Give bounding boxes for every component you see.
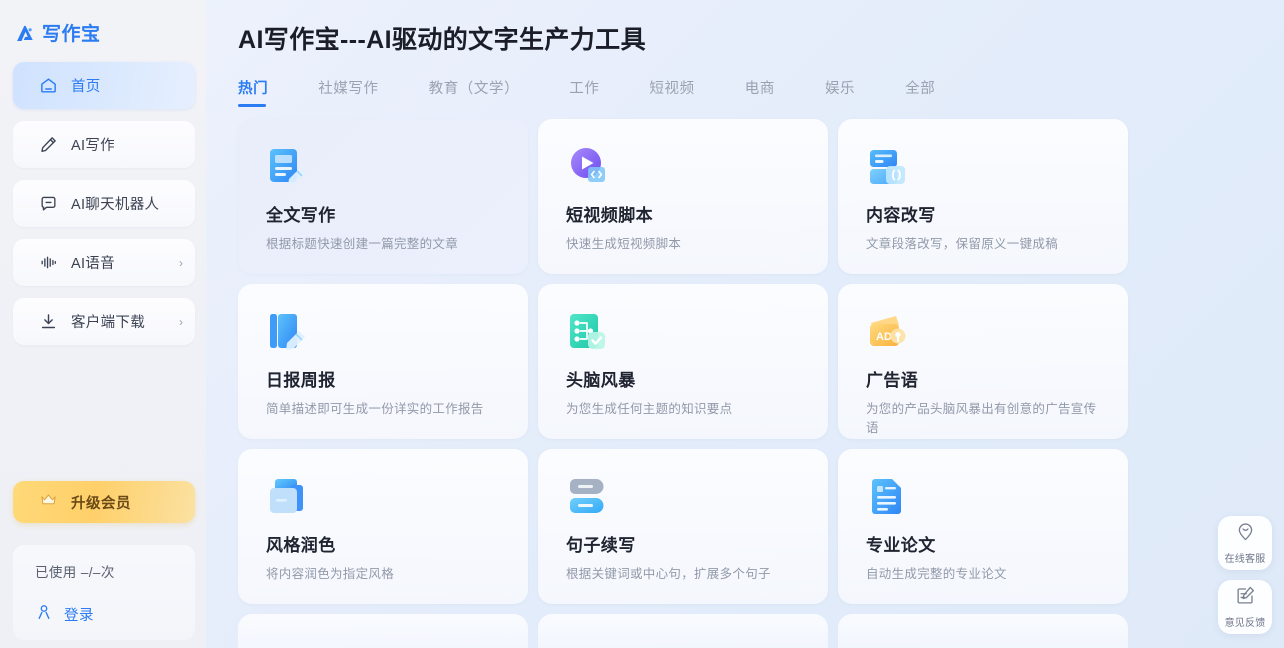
chevron-right-icon: › [179,255,183,270]
app-root: 写作宝 首页 AI写作 AI聊天机器人 AI语音 › 客户端下载 › 升级会员 … [0,0,1284,648]
tool-card-title: 专业论文 [866,536,936,555]
tab-entertainment[interactable]: 娱乐 [825,77,855,107]
play-code-icon [566,145,610,189]
sidebar-item-ai-writing[interactable]: AI写作 [13,121,195,168]
sidebar-item-ai-chatbot[interactable]: AI聊天机器人 [13,180,195,227]
layers-folder-icon [266,475,310,519]
tool-card-title: 日报周报 [266,371,336,390]
tool-card-desc: 将内容润色为指定风格 [266,567,395,581]
crown-icon [39,490,58,514]
sidebar-item-label: AI写作 [71,138,115,154]
user-icon [35,603,53,626]
feedback-button[interactable]: 意见反馈 [1218,580,1272,634]
tool-card-desc: 根据标题快速创建一篇完整的文章 [266,237,459,251]
sidebar-item-label: 客户端下载 [71,315,145,331]
svg-text:AD: AD [876,331,892,343]
ad-wallet-icon: AD [866,310,910,354]
paper-document-icon [866,475,910,519]
tool-card-desc: 快速生成短视频脚本 [566,237,682,251]
tool-card-desc: 简单描述即可生成一份详实的工作报告 [266,402,484,416]
tool-card-professional-paper[interactable]: 专业论文 自动生成完整的专业论文 [838,449,1128,604]
waveform-icon [39,253,58,272]
download-icon [39,312,58,331]
tab-shortvideo[interactable]: 短视频 [649,77,694,107]
document-pencil-icon [266,145,310,189]
sidebar: 写作宝 首页 AI写作 AI聊天机器人 AI语音 › 客户端下载 › 升级会员 … [0,0,206,648]
brand-name: 写作宝 [42,23,101,45]
tab-hot[interactable]: 热门 [238,77,268,107]
home-icon [39,76,58,95]
tool-card-full-article[interactable]: 全文写作 根据标题快速创建一篇完整的文章 [238,119,528,274]
tool-card-partial[interactable] [538,614,828,648]
tab-all[interactable]: 全部 [905,77,935,107]
tool-card-desc: 自动生成完整的专业论文 [866,567,1007,581]
tool-card-desc: 为您的产品头脑风暴出有创意的广告宣传语 [866,402,1097,435]
sidebar-item-client-download[interactable]: 客户端下载 › [13,298,195,345]
tool-card-grid: 全文写作 根据标题快速创建一篇完整的文章 短视频脚本 快速生成短视频脚本 内容改… [238,119,1284,604]
sidebar-bottom: 升级会员 已使用 –/–次 登录 [0,481,206,648]
sidebar-item-home[interactable]: 首页 [13,62,195,109]
brand[interactable]: 写作宝 [0,0,206,52]
tool-card-short-video-script[interactable]: 短视频脚本 快速生成短视频脚本 [538,119,828,274]
tool-card-title: 风格润色 [266,536,336,555]
tab-social[interactable]: 社媒写作 [318,77,378,107]
feedback-note-pencil-icon [1235,585,1256,611]
tool-card-rewrite[interactable]: 内容改写 文章段落改写，保留原义一键成稿 [838,119,1128,274]
sidebar-item-ai-voice[interactable]: AI语音 › [13,239,195,286]
upgrade-vip-label: 升级会员 [71,495,131,512]
feedback-label: 意见反馈 [1224,618,1266,629]
tool-card-title: 广告语 [866,371,919,390]
tab-education[interactable]: 教育（文学） [429,77,520,107]
sidebar-item-label: AI聊天机器人 [71,197,160,213]
chevron-right-icon: › [179,314,183,329]
category-tabs: 热门 社媒写作 教育（文学） 工作 短视频 电商 娱乐 全部 [238,77,1284,107]
pencil-icon [39,135,58,154]
tool-card-title: 内容改写 [866,206,936,225]
logo-triangle-icon [14,23,36,45]
floating-action-panel: 在线客服 意见反馈 [1218,516,1272,634]
tool-card-partial[interactable] [238,614,528,648]
online-support-button[interactable]: 在线客服 [1218,516,1272,570]
rewrite-cards-icon [866,145,910,189]
tool-card-title: 短视频脚本 [566,206,653,225]
notebook-pencil-icon [266,310,310,354]
tool-card-desc: 文章段落改写，保留原义一键成稿 [866,237,1059,251]
tool-card-daily-weekly-report[interactable]: 日报周报 简单描述即可生成一份详实的工作报告 [238,284,528,439]
two-bars-icon [566,475,610,519]
sidebar-item-label: AI语音 [71,256,115,272]
online-support-label: 在线客服 [1224,554,1266,565]
tool-card-partial[interactable] [838,614,1128,648]
mindmap-check-icon [566,310,610,354]
page-title: AI写作宝---AI驱动的文字生产力工具 [238,26,646,54]
tool-card-title: 头脑风暴 [566,371,636,390]
tool-card-sentence-continuation[interactable]: 句子续写 根据关键词或中心句，扩展多个句子 [538,449,828,604]
login-button[interactable]: 登录 [35,603,195,626]
tool-card-style-polish[interactable]: 风格润色 将内容润色为指定风格 [238,449,528,604]
tool-card-desc: 根据关键词或中心句，扩展多个句子 [566,567,771,581]
tab-ecommerce[interactable]: 电商 [745,77,775,107]
chat-minus-icon [39,194,58,213]
sidebar-nav: 首页 AI写作 AI聊天机器人 AI语音 › 客户端下载 › [0,62,206,357]
sidebar-item-label: 首页 [71,79,101,95]
upgrade-vip-button[interactable]: 升级会员 [13,481,195,523]
usage-text: 已使用 –/–次 [35,565,115,580]
tool-card-desc: 为您生成任何主题的知识要点 [566,402,733,416]
tool-card-title: 句子续写 [566,536,636,555]
account-panel: 已使用 –/–次 登录 [13,545,195,640]
tool-card-grid-next-row [238,614,1284,648]
main-content: AI写作宝---AI驱动的文字生产力工具 热门 社媒写作 教育（文学） 工作 短… [206,0,1284,648]
tool-card-brainstorm[interactable]: 头脑风暴 为您生成任何主题的知识要点 [538,284,828,439]
tab-work[interactable]: 工作 [569,77,599,107]
tool-card-title: 全文写作 [266,206,336,225]
login-label: 登录 [64,608,94,624]
support-smiley-pin-icon [1235,521,1256,547]
tool-card-ad-copy[interactable]: AD 广告语 为您的产品头脑风暴出有创意的广告宣传语 [838,284,1128,439]
